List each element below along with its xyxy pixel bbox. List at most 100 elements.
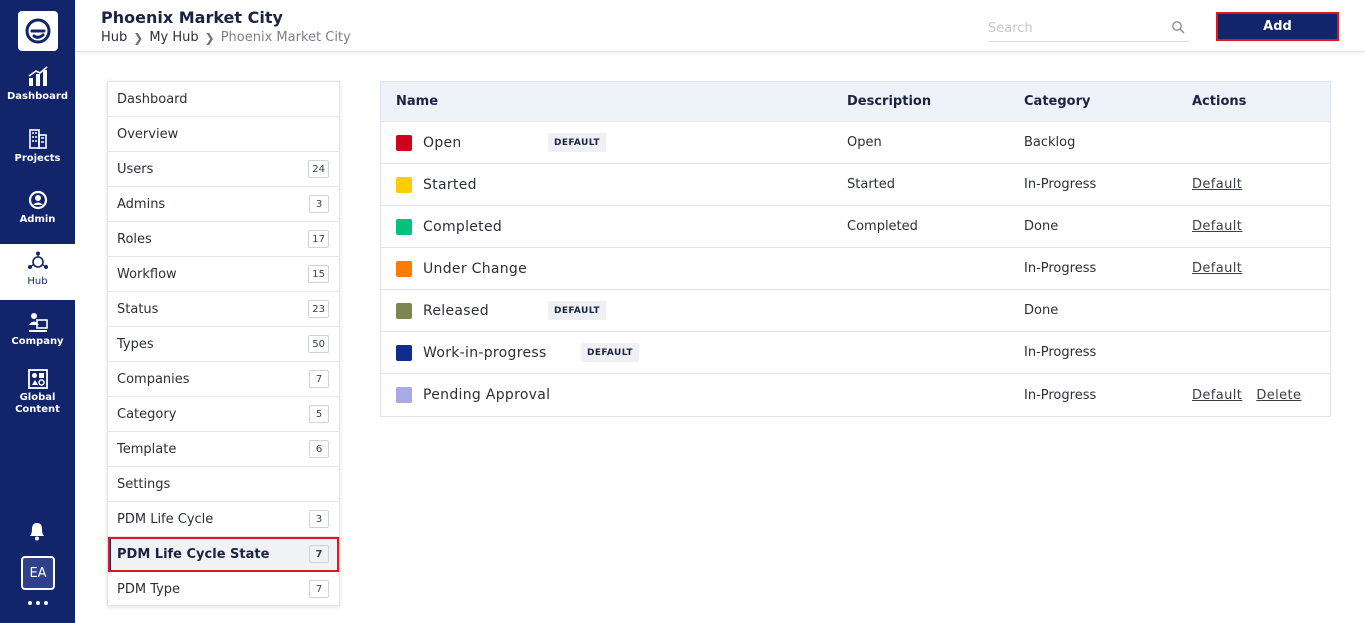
add-button[interactable]: Add [1216,12,1339,41]
description-cell: Completed [847,219,918,234]
search-input[interactable] [988,15,1158,41]
left-nav-rail: Dashboard Projects Admin Hub Company Glo… [0,0,75,623]
table-row[interactable]: Started Started In-Progress Default [381,164,1330,206]
set-default-link[interactable]: Default [1192,388,1242,403]
menu-item-dashboard[interactable]: Dashboard [108,82,339,117]
count-badge: 7 [309,370,329,388]
menu-item-status[interactable]: Status 23 [108,292,339,327]
company-icon [28,313,48,332]
rail-label: Hub [27,276,48,287]
table-row[interactable]: Open DEFAULT Open Backlog [381,122,1330,164]
actions-cell: Default [1192,219,1242,234]
rail-label: Company [11,336,64,347]
table-row[interactable]: Released DEFAULT Done [381,290,1330,332]
menu-item-pdm-type[interactable]: PDM Type 7 [108,572,339,607]
delete-link[interactable]: Delete [1256,388,1301,403]
name-cell: Released [396,302,489,319]
state-name: Completed [423,218,503,235]
rail-item-dashboard[interactable]: Dashboard [0,66,75,110]
column-header-name: Name [396,94,439,109]
count-badge: 50 [308,335,329,353]
state-name: Open [423,134,462,151]
more-icon[interactable] [28,601,48,609]
rail-item-hub[interactable]: Hub [0,244,75,300]
category-cell: In-Progress [1024,261,1097,276]
app-logo[interactable] [18,11,58,51]
menu-item-types[interactable]: Types 50 [108,327,339,362]
name-cell: Work-in-progress [396,344,547,361]
table-row[interactable]: Completed Completed Done Default [381,206,1330,248]
menu-item-label: Roles [117,231,152,247]
column-header-actions: Actions [1192,94,1247,109]
category-cell: In-Progress [1024,345,1097,360]
chevron-right-icon: ❯ [133,30,144,45]
column-header-category: Category [1024,94,1091,109]
rail-label: Global [19,392,56,403]
color-swatch [396,387,412,403]
menu-item-companies[interactable]: Companies 7 [108,362,339,397]
table-header: Name Description Category Actions [381,82,1330,122]
table-row[interactable]: Under Change In-Progress Default [381,248,1330,290]
menu-item-roles[interactable]: Roles 17 [108,222,339,257]
search-icon[interactable] [1171,20,1185,34]
count-badge: 6 [309,440,329,458]
menu-item-settings[interactable]: Settings [108,467,339,502]
rail-label: Projects [14,153,61,164]
breadcrumb: Hub ❯ My Hub ❯ Phoenix Market City [101,30,351,45]
count-badge: 3 [309,510,329,528]
menu-item-label: Status [117,301,159,317]
column-header-description: Description [847,94,932,109]
category-cell: In-Progress [1024,387,1097,403]
default-badge: DEFAULT [581,343,639,362]
menu-item-pdm-life-cycle[interactable]: PDM Life Cycle 3 [108,502,339,537]
menu-item-overview[interactable]: Overview [108,117,339,152]
breadcrumb-item-my-hub[interactable]: My Hub [149,30,198,45]
menu-item-category[interactable]: Category 5 [108,397,339,432]
default-badge: DEFAULT [548,133,606,152]
hub-settings-menu: Dashboard Overview Users 24 Admins 3 Roles… [107,81,340,606]
menu-item-label: Users [117,161,154,177]
menu-item-label: PDM Type [117,582,181,597]
actions-cell: Default [1192,177,1242,192]
menu-item-admins[interactable]: Admins 3 [108,187,339,222]
count-badge: 17 [308,230,329,248]
actions-cell: Default Delete [1192,388,1301,403]
menu-item-workflow[interactable]: Workflow 15 [108,257,339,292]
life-cycle-state-table: Name Description Category Actions Open D… [380,81,1331,417]
menu-item-label: PDM Life Cycle State [117,546,270,562]
rail-item-admin[interactable]: Admin [0,189,75,233]
bell-icon[interactable] [26,520,48,542]
set-default-link[interactable]: Default [1192,177,1242,192]
count-badge: 24 [308,160,329,178]
rail-item-global-content[interactable]: Global Content [0,368,75,418]
count-badge: 5 [309,405,329,423]
set-default-link[interactable]: Default [1192,219,1242,234]
menu-item-pdm-life-cycle-state[interactable]: PDM Life Cycle State 7 [108,537,339,572]
rail-item-company[interactable]: Company [0,311,75,355]
category-cell: Done [1024,219,1059,234]
state-name: Started [423,176,477,193]
breadcrumb-item-hub[interactable]: Hub [101,30,127,45]
menu-item-users[interactable]: Users 24 [108,152,339,187]
state-name: Work-in-progress [423,344,547,361]
avatar[interactable]: EA [21,556,55,590]
menu-item-template[interactable]: Template 6 [108,432,339,467]
color-swatch [396,344,412,361]
top-header: Phoenix Market City Hub ❯ My Hub ❯ Phoen… [75,0,1365,52]
rail-item-projects[interactable]: Projects [0,128,75,172]
global-content-icon [27,369,48,389]
name-cell: Open [396,134,462,151]
count-badge: 15 [308,265,329,283]
table-row[interactable]: Pending Approval In-Progress Default Del… [381,374,1330,416]
table-row[interactable]: Work-in-progress DEFAULT In-Progress [381,332,1330,374]
count-badge: 3 [309,195,329,213]
menu-item-label: Settings [117,476,171,492]
set-default-link[interactable]: Default [1192,261,1242,276]
buildings-icon [28,129,47,149]
breadcrumb-item-current: Phoenix Market City [220,30,351,45]
menu-item-label: Types [117,336,154,352]
description-cell: Started [847,177,896,192]
menu-item-label: Admins [117,196,166,212]
name-cell: Pending Approval [396,387,550,403]
category-cell: Done [1024,303,1059,318]
